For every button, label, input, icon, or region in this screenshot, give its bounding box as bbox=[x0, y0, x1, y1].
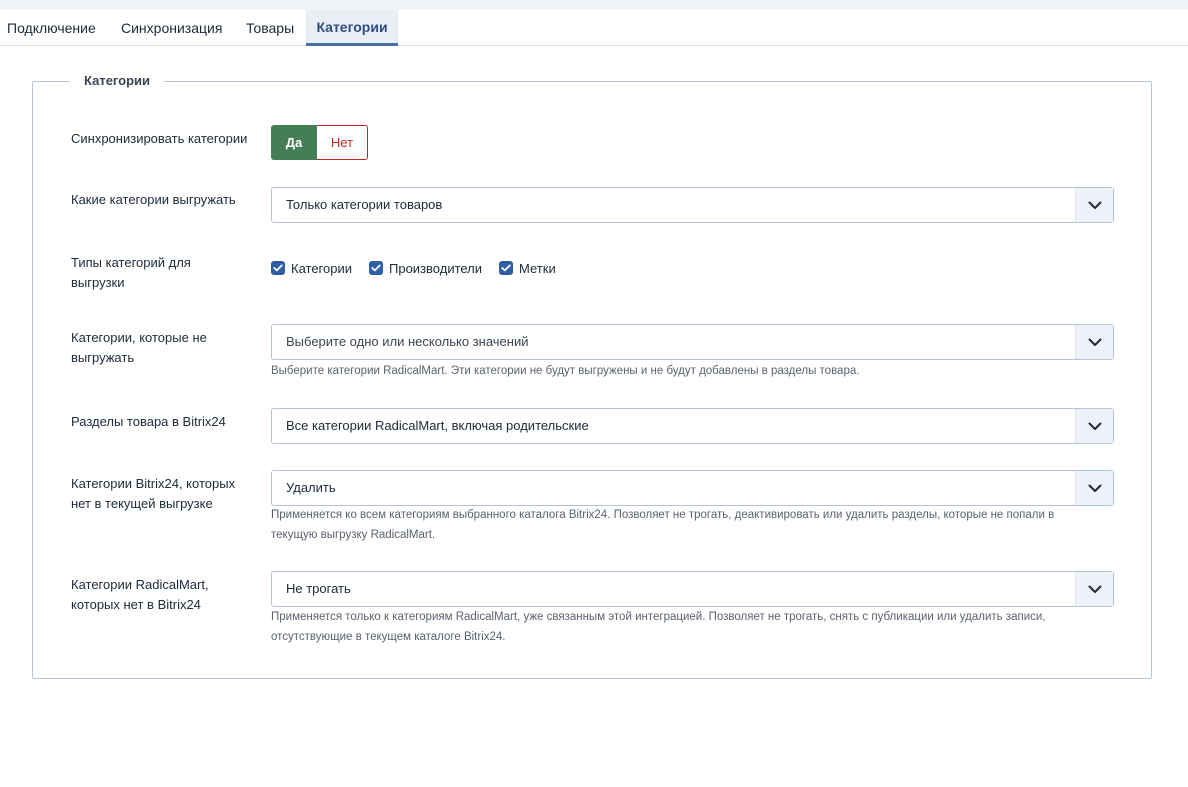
checkbox-manufacturers[interactable]: Производители bbox=[369, 261, 482, 276]
exclude-categories-description: Выберите категории RadicalMart. Эти кате… bbox=[271, 365, 860, 377]
radical-missing-value: Не трогать bbox=[286, 581, 351, 596]
checkmark-icon bbox=[369, 261, 383, 275]
exclude-categories-placeholder: Выберите одно или несколько значений bbox=[286, 334, 529, 349]
sync-categories-label: Синхронизировать категории bbox=[71, 131, 248, 146]
chevron-down-icon bbox=[1075, 409, 1113, 443]
bitrix-missing-value: Удалить bbox=[286, 480, 336, 495]
chevron-down-icon bbox=[1075, 471, 1113, 505]
bitrix-missing-label: Категории Bitrix24, которых нет в текуще… bbox=[71, 476, 236, 511]
tab-categories[interactable]: Категории bbox=[306, 10, 398, 46]
category-types-label: Типы категорий для выгрузки bbox=[71, 255, 191, 290]
checkbox-tags-label: Метки bbox=[519, 260, 556, 276]
product-sections-label: Разделы товара в Bitrix24 bbox=[71, 414, 226, 429]
checkmark-icon bbox=[271, 261, 285, 275]
tab-products[interactable]: Товары bbox=[239, 10, 301, 46]
checkbox-tags[interactable]: Метки bbox=[499, 261, 556, 276]
checkmark-icon bbox=[499, 261, 514, 275]
which-categories-value: Только категории товаров bbox=[286, 197, 443, 212]
tab-bar: Подключение Синхронизация Товары Категор… bbox=[0, 10, 1188, 46]
radical-missing-label: Категории RadicalMart, которых нет в Bit… bbox=[71, 577, 209, 612]
chevron-down-icon bbox=[1075, 188, 1113, 222]
product-sections-value: Все категории RadicalMart, включая родит… bbox=[286, 418, 589, 433]
toggle-no-button[interactable]: Нет bbox=[317, 125, 368, 160]
chevron-down-icon bbox=[1075, 572, 1113, 606]
checkbox-categories-label: Категории bbox=[291, 260, 352, 276]
checkbox-manufacturers-label: Производители bbox=[389, 260, 483, 276]
top-strip bbox=[0, 0, 1188, 10]
exclude-categories-label: Категории, которые не выгружать bbox=[71, 330, 207, 365]
fieldset-legend: Категории bbox=[70, 72, 165, 90]
which-categories-label: Какие категории выгружать bbox=[71, 192, 236, 207]
checkbox-categories[interactable]: Категории bbox=[271, 261, 352, 276]
tab-synchronization[interactable]: Синхронизация bbox=[114, 10, 229, 46]
product-sections-select[interactable]: Все категории RadicalMart, включая родит… bbox=[271, 408, 1114, 444]
toggle-yes-button[interactable]: Да bbox=[271, 125, 317, 160]
tab-connection[interactable]: Подключение bbox=[0, 10, 103, 46]
which-categories-select[interactable]: Только категории товаров bbox=[271, 187, 1114, 223]
sync-categories-toggle: Да Нет bbox=[271, 125, 368, 160]
bitrix-missing-description: Применяется ко всем категориям выбранног… bbox=[271, 509, 1055, 541]
exclude-categories-select[interactable]: Выберите одно или несколько значений bbox=[271, 324, 1114, 360]
radical-missing-description: Применяется только к категориям RadicalM… bbox=[271, 611, 1046, 643]
radical-missing-select[interactable]: Не трогать bbox=[271, 571, 1114, 607]
chevron-down-icon bbox=[1075, 325, 1113, 359]
category-types-group: Категории Производители Метки bbox=[271, 258, 573, 278]
bitrix-missing-select[interactable]: Удалить bbox=[271, 470, 1114, 506]
